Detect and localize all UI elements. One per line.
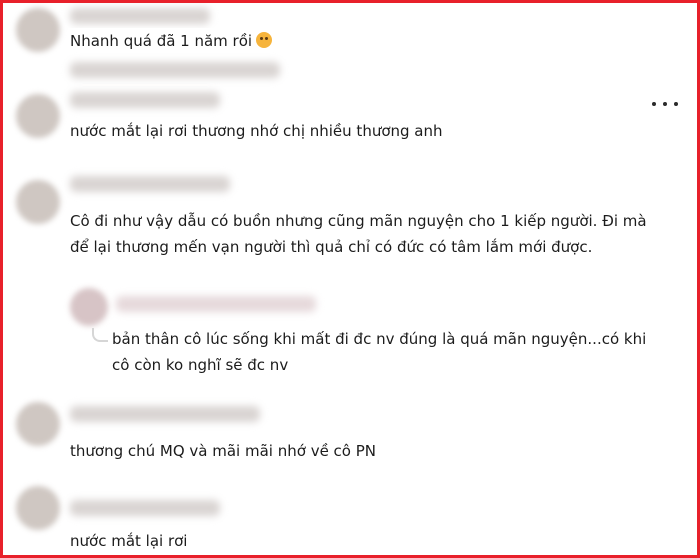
blurred-username	[70, 500, 220, 516]
blurred-username	[70, 406, 260, 422]
comment-text-line-1: bản thân cô lúc sống khi mất đi đc nv đú…	[110, 326, 649, 352]
avatar[interactable]	[70, 288, 108, 326]
highlight-border	[0, 0, 700, 558]
blurred-username	[70, 92, 220, 108]
avatar[interactable]	[16, 94, 60, 138]
avatar[interactable]	[16, 402, 60, 446]
comment-text-line-2: để lại thương mến vạn người thì quả chỉ …	[68, 234, 595, 260]
comment-text: thương chú MQ và mãi mãi nhớ về cô PN	[68, 438, 379, 464]
blurred-username	[116, 296, 316, 312]
blurred-username	[70, 62, 280, 78]
reply-connector	[92, 328, 108, 342]
comment-text-line-1: Cô đi như vậy dẫu có buồn nhưng cũng mãn…	[68, 208, 649, 234]
comment-text-line-2: cô còn ko nghĩ sẽ đc nv	[110, 352, 291, 378]
comment-text-content: Nhanh quá đã 1 năm rồi	[70, 32, 253, 50]
avatar[interactable]	[16, 486, 60, 530]
avatar[interactable]	[16, 8, 60, 52]
blurred-username	[70, 176, 230, 192]
comment-text: nước mắt lại rơi	[68, 528, 190, 554]
avatar[interactable]	[16, 180, 60, 224]
blurred-username	[70, 8, 210, 24]
more-options-icon[interactable]	[652, 96, 678, 112]
pleading-face-emoji-icon	[256, 32, 273, 48]
comment-text: Nhanh quá đã 1 năm rồi	[68, 28, 275, 54]
comment-text: nước mắt lại rơi thương nhớ chị nhiều th…	[68, 118, 445, 144]
